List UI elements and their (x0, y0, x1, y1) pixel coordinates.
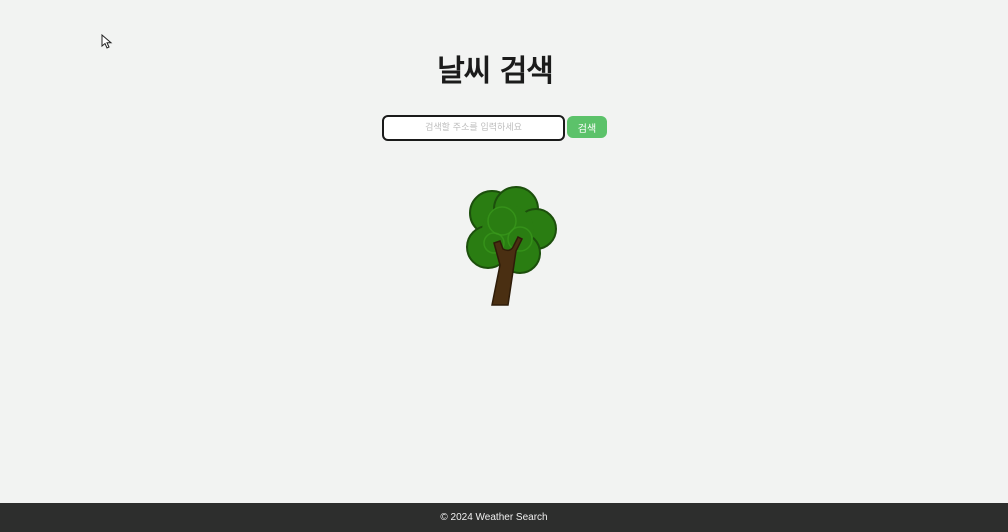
page: 날씨 검색 검색 © 2024 Weather Search (0, 0, 1008, 532)
search-input[interactable] (382, 115, 565, 141)
tree-icon (466, 186, 557, 306)
footer: © 2024 Weather Search (0, 503, 1008, 532)
page-title: 날씨 검색 (437, 54, 554, 89)
mouse-cursor-icon (101, 34, 113, 49)
footer-copyright: © 2024 Weather Search (440, 512, 548, 523)
search-button[interactable]: 검색 (567, 116, 607, 138)
